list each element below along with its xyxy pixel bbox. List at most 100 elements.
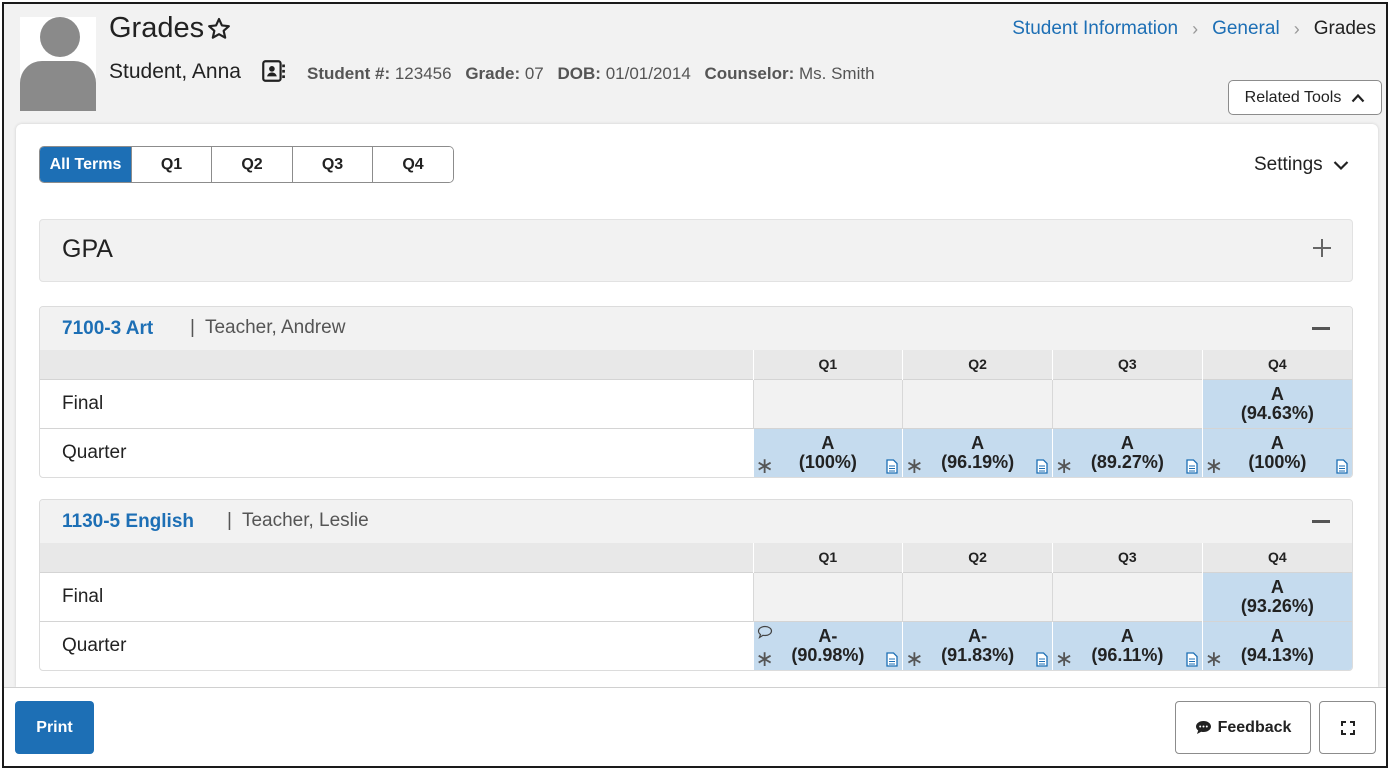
column-header-q1: Q1 xyxy=(752,350,903,379)
grade-level: 07 xyxy=(524,64,544,83)
empty-grade-cell xyxy=(1052,378,1203,428)
column-header-q3: Q3 xyxy=(1052,543,1203,572)
term-filter: All Terms Q1 Q2 Q3 Q4 xyxy=(39,146,454,183)
grade-cell[interactable]: A (89.27%) ∗ xyxy=(1052,427,1203,478)
contact-card-icon[interactable] xyxy=(260,58,286,84)
grade-cell[interactable]: A- (91.83%) ∗ xyxy=(902,620,1053,671)
grade-cell[interactable]: A (94.63%) xyxy=(1201,378,1352,428)
student-avatar xyxy=(20,17,96,111)
grade-letter: A xyxy=(1270,576,1284,597)
course-name-link[interactable]: 7100-3 Art xyxy=(62,318,153,340)
collapse-icon[interactable] xyxy=(1312,520,1330,523)
document-icon[interactable] xyxy=(1186,652,1198,667)
table-row: Quarter A- (90.98%) ∗ A- (91.83%) ∗ A (9… xyxy=(40,620,1352,671)
grade-percent: (89.27%) xyxy=(1090,451,1164,472)
grades-panel: All Terms Q1 Q2 Q3 Q4 Settings GPA 7100-… xyxy=(16,124,1378,687)
grade-percent: (93.26%) xyxy=(1240,595,1314,616)
student-number-label: Student #: xyxy=(307,64,391,83)
table-row: Final A (93.26%) xyxy=(40,571,1352,621)
teacher-name: Teacher, Leslie xyxy=(241,510,369,531)
grade-cell[interactable]: A (100%) ∗ xyxy=(752,427,903,477)
tab-q4[interactable]: Q4 xyxy=(373,147,453,182)
related-tools-button[interactable]: Related Tools xyxy=(1228,80,1382,115)
settings-dropdown[interactable]: Settings xyxy=(1254,154,1349,176)
course-teacher: | Teacher, Leslie xyxy=(227,510,369,531)
document-icon[interactable] xyxy=(886,459,898,474)
breadcrumb-grades: Grades xyxy=(1313,18,1376,39)
related-tools-label: Related Tools xyxy=(1244,88,1342,106)
course-card: 1130-5 English | Teacher, Leslie Q1 Q2 Q3… xyxy=(39,499,1353,671)
tab-q3[interactable]: Q3 xyxy=(293,147,373,182)
app-window: Grades Student, Anna Student #: 123456 G… xyxy=(2,2,1388,768)
dob-label: DOB: xyxy=(557,64,601,83)
student-meta: Student #: 123456 Grade: 07 DOB: 01/01/2… xyxy=(307,64,875,84)
document-icon[interactable] xyxy=(1186,459,1198,474)
feedback-label: Feedback xyxy=(1217,718,1292,736)
document-icon[interactable] xyxy=(1036,652,1048,667)
grade-percent: (100%) xyxy=(1248,451,1307,472)
breadcrumb-general[interactable]: General xyxy=(1212,18,1280,40)
row-label-quarter: Quarter xyxy=(40,427,753,477)
empty-grade-cell xyxy=(1052,571,1203,621)
teacher-name: Teacher, Andrew xyxy=(204,317,346,338)
document-icon[interactable] xyxy=(886,652,898,667)
print-button[interactable]: Print xyxy=(15,701,94,754)
chevron-right-icon: › xyxy=(1192,18,1199,39)
chat-bubble-icon xyxy=(1195,721,1211,734)
grade-letter: A xyxy=(821,432,835,453)
fullscreen-button[interactable] xyxy=(1319,701,1376,754)
empty-grade-cell xyxy=(752,378,903,428)
course-header: 1130-5 English | Teacher, Leslie xyxy=(40,500,1352,543)
grade-letter: A- xyxy=(968,625,988,646)
feedback-button[interactable]: Feedback xyxy=(1175,701,1311,754)
grade-letter: A xyxy=(1270,432,1284,453)
tab-q1[interactable]: Q1 xyxy=(132,147,212,182)
grade-percent: (94.63%) xyxy=(1240,402,1314,423)
course-name-link[interactable]: 1130-5 English xyxy=(62,511,194,533)
grades-table: Q1 Q2 Q3 Q4 Final A (94.63%) Quarter A (… xyxy=(40,350,1352,477)
table-header-blank xyxy=(40,543,753,572)
column-header-q3: Q3 xyxy=(1052,350,1203,379)
column-header-q4: Q4 xyxy=(1201,350,1352,379)
grade-percent: (96.19%) xyxy=(941,451,1015,472)
star-icon[interactable] xyxy=(206,16,232,42)
grade-cell[interactable]: A (93.26%) xyxy=(1201,571,1352,621)
breadcrumb-student-information[interactable]: Student Information xyxy=(1012,18,1178,40)
tab-q2[interactable]: Q2 xyxy=(212,147,293,182)
grade-cell[interactable]: A (96.19%) ∗ xyxy=(902,427,1053,478)
row-label-final: Final xyxy=(40,378,753,428)
grade-cell[interactable]: A (94.13%) ∗ xyxy=(1201,620,1352,671)
grade-letter: A xyxy=(971,432,985,453)
asterisk-icon: ∗ xyxy=(905,453,924,478)
document-icon[interactable] xyxy=(1336,459,1348,474)
plus-icon[interactable] xyxy=(1312,238,1332,258)
expand-icon xyxy=(1340,720,1355,735)
row-label-final: Final xyxy=(40,571,753,621)
gpa-section[interactable]: GPA xyxy=(39,219,1353,282)
row-label-quarter: Quarter xyxy=(40,620,753,670)
chevron-right-icon: › xyxy=(1293,18,1300,39)
chevron-up-icon xyxy=(1352,93,1365,102)
page-title: Grades xyxy=(109,12,205,44)
asterisk-icon: ∗ xyxy=(1055,453,1074,478)
table-header-blank xyxy=(40,350,753,379)
asterisk-icon: ∗ xyxy=(905,646,924,671)
course-header: 7100-3 Art | Teacher, Andrew xyxy=(40,307,1352,350)
grade-cell[interactable]: A (96.11%) ∗ xyxy=(1052,620,1203,670)
comment-icon[interactable] xyxy=(757,625,773,639)
column-header-q2: Q2 xyxy=(902,543,1053,572)
student-name: Student, Anna xyxy=(109,60,241,83)
breadcrumb: Student Information › General › Grades xyxy=(1012,18,1376,40)
grade-percent: (100%) xyxy=(798,451,857,472)
course-teacher: | Teacher, Andrew xyxy=(190,317,346,338)
document-icon[interactable] xyxy=(1036,459,1048,474)
grade-cell[interactable]: A (100%) ∗ xyxy=(1201,427,1352,477)
settings-label: Settings xyxy=(1254,154,1323,175)
asterisk-icon: ∗ xyxy=(1204,646,1224,671)
tab-all-terms[interactable]: All Terms xyxy=(40,147,132,182)
counselor: Ms. Smith xyxy=(798,64,875,83)
column-header-q1: Q1 xyxy=(752,543,903,572)
grade-cell[interactable]: A- (90.98%) ∗ xyxy=(752,620,903,670)
collapse-icon[interactable] xyxy=(1312,327,1330,330)
course-card: 7100-3 Art | Teacher, Andrew Q1 Q2 Q3 Q4 … xyxy=(39,306,1353,478)
